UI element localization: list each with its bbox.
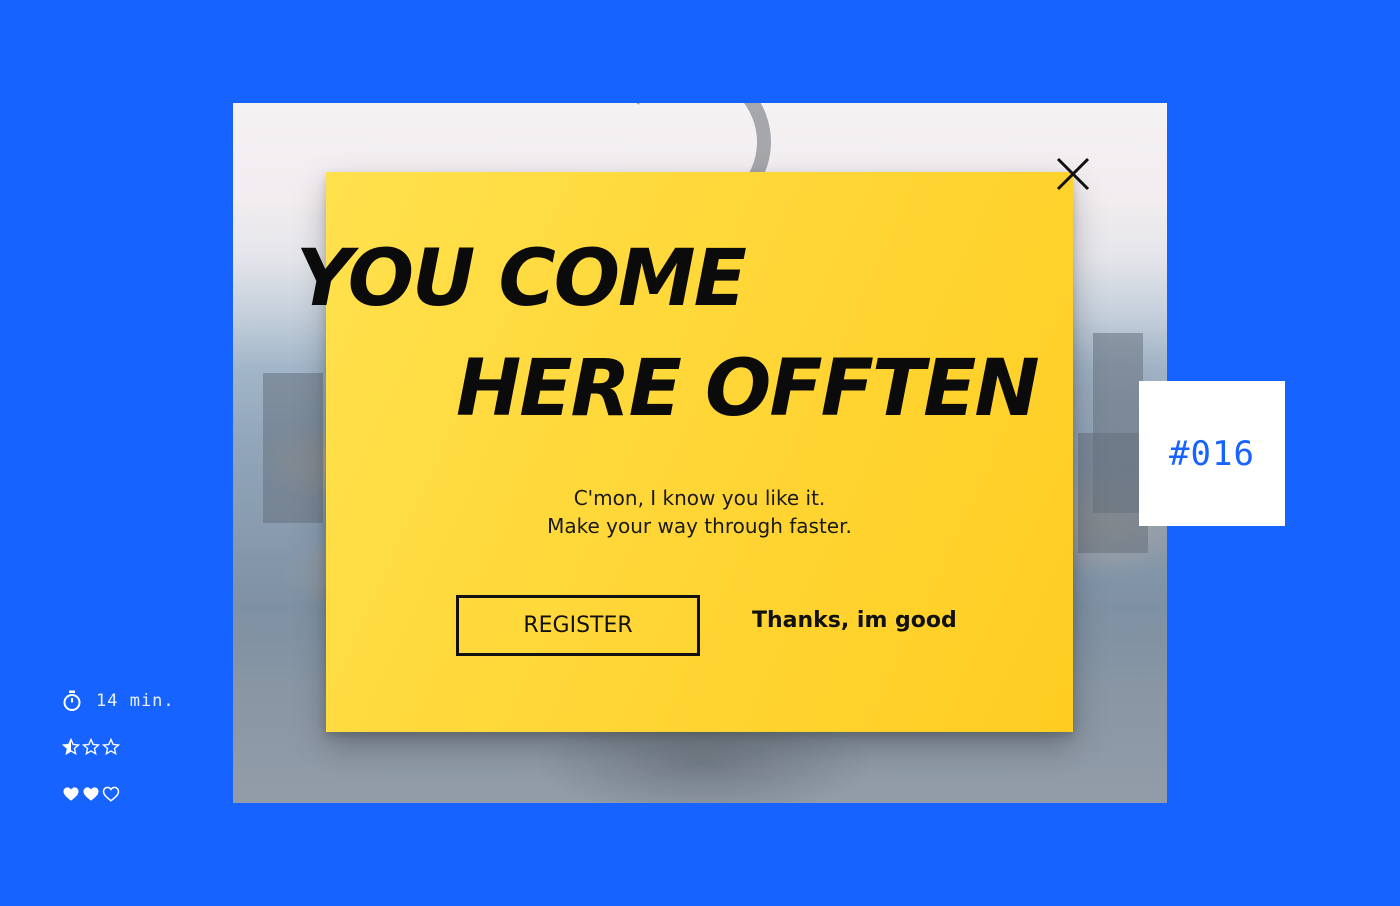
heart-filled-icon — [63, 787, 79, 801]
like-hearts — [62, 785, 120, 803]
difficulty-stars — [62, 738, 120, 756]
photo-detail — [1093, 333, 1143, 513]
stopwatch-icon — [63, 690, 81, 711]
star-outline-icon — [82, 738, 100, 756]
headline-line-2: HERE OFFTEN — [456, 344, 1040, 434]
subtext-line-1: C'mon, I know you like it. — [573, 486, 826, 510]
heart-filled-icon — [83, 787, 99, 801]
close-button[interactable] — [1052, 153, 1094, 195]
dismiss-link[interactable]: Thanks, im good — [752, 608, 957, 633]
heart-outline-icon — [102, 786, 120, 802]
photo-detail — [1078, 433, 1148, 553]
reading-time: 14 min. — [62, 690, 175, 712]
number-card: #016 — [1139, 381, 1285, 526]
headline-line-1: YOU COME — [296, 234, 747, 324]
star-outline-icon — [102, 738, 120, 756]
register-button[interactable]: REGISTER — [456, 595, 700, 656]
subtext-line-2: Make your way through faster. — [547, 514, 852, 538]
reading-time-label: 14 min. — [96, 691, 175, 711]
half-star-icon — [62, 738, 80, 756]
photo-detail — [263, 373, 323, 523]
card-number: #016 — [1169, 433, 1255, 474]
close-icon — [1056, 157, 1090, 191]
